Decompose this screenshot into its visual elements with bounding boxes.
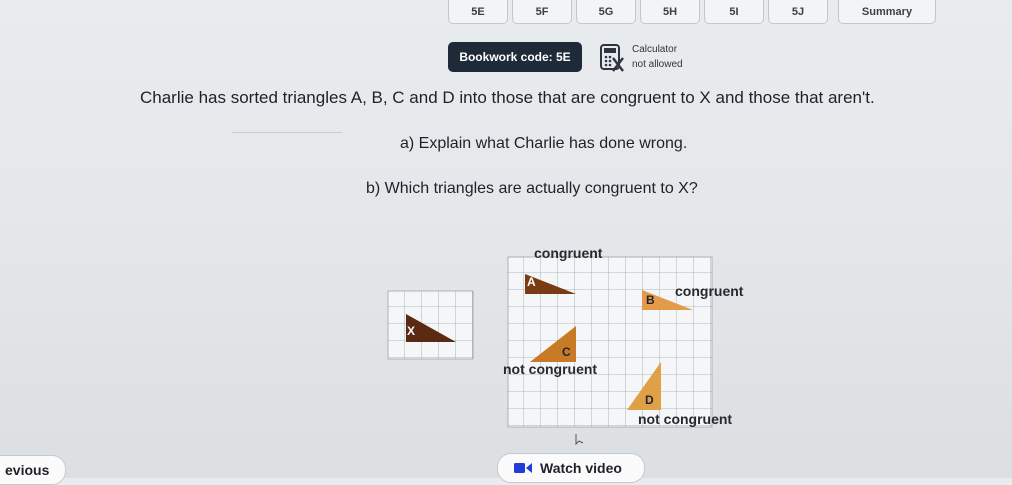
tab-5e[interactable]: 5E (448, 0, 508, 24)
question-text: Charlie has sorted triangles A, B, C and… (140, 88, 875, 107)
divider (232, 132, 342, 133)
triangle-a-label: A (527, 275, 536, 289)
triangle-figure: X A B C D congruent congruent not congru… (387, 245, 744, 446)
watch-video-label: Watch video (540, 460, 622, 476)
tab-bar: 5E 5F 5G 5H 5I 5J Summary (448, 0, 936, 26)
tab-5f[interactable]: 5F (512, 0, 572, 24)
video-icon (514, 463, 532, 473)
calculator-status: Calculator not allowed (598, 42, 708, 76)
label-congruent-a: congruent (534, 245, 603, 261)
mouse-cursor-icon (575, 434, 584, 446)
label-not-congruent-c: not congruent (503, 361, 597, 377)
tab-5h[interactable]: 5H (640, 0, 700, 24)
question-part-a: a) Explain what Charlie has done wrong. (400, 135, 688, 152)
question-part-b: b) Which triangles are actually congruen… (366, 180, 698, 197)
triangle-x-label: X (407, 324, 415, 338)
label-not-congruent-d: not congruent (638, 411, 732, 427)
triangle-b-label: B (646, 293, 655, 307)
calculator-crossed-icon (600, 44, 624, 72)
label-congruent-b: congruent (675, 283, 744, 299)
tab-5i[interactable]: 5I (704, 0, 764, 24)
triangle-c-label: C (562, 345, 571, 359)
tab-summary[interactable]: Summary (838, 0, 936, 24)
calculator-title: Calculator (632, 44, 678, 55)
triangle-d-label: D (645, 393, 654, 407)
calculator-status-text: not allowed (632, 59, 683, 70)
tab-5g[interactable]: 5G (576, 0, 636, 24)
watch-video-button[interactable]: Watch video (497, 453, 645, 483)
bookwork-code-badge: Bookwork code: 5E (448, 42, 582, 72)
tab-5j[interactable]: 5J (768, 0, 828, 24)
previous-button[interactable]: evious (0, 455, 66, 485)
